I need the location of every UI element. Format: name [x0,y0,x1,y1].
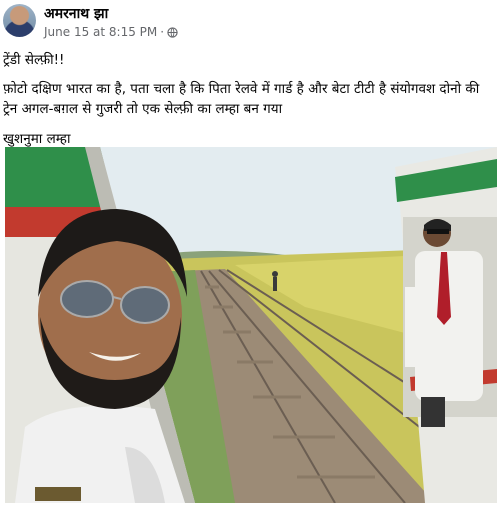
post-text-line: खुशनुमा लम्हा [3,131,71,147]
post-text-line: फ़ोटो दक्षिण भारत का है, पता चला है कि प… [3,81,480,117]
author-name[interactable]: अमरनाथ झा [44,4,108,23]
post-text-line: ट्रेंडी सेल्फ़ी!! [3,52,65,68]
meta-separator: · [160,25,165,39]
post-meta: June 15 at 8:15 PM · [44,25,178,39]
post-text: ट्रेंडी सेल्फ़ी!! फ़ोटो दक्षिण भारत का ह… [3,50,497,149]
post-header: अमरनाथ झा June 15 at 8:15 PM · [0,0,499,46]
author-avatar[interactable] [3,4,36,37]
globe-icon[interactable] [167,26,178,38]
selfie-photo-illustration [5,147,497,503]
facebook-post: अमरनाथ झा June 15 at 8:15 PM · ट्रेंडी स… [0,0,499,505]
post-timestamp[interactable]: June 15 at 8:15 PM [44,25,157,39]
post-photo[interactable] [5,147,497,503]
